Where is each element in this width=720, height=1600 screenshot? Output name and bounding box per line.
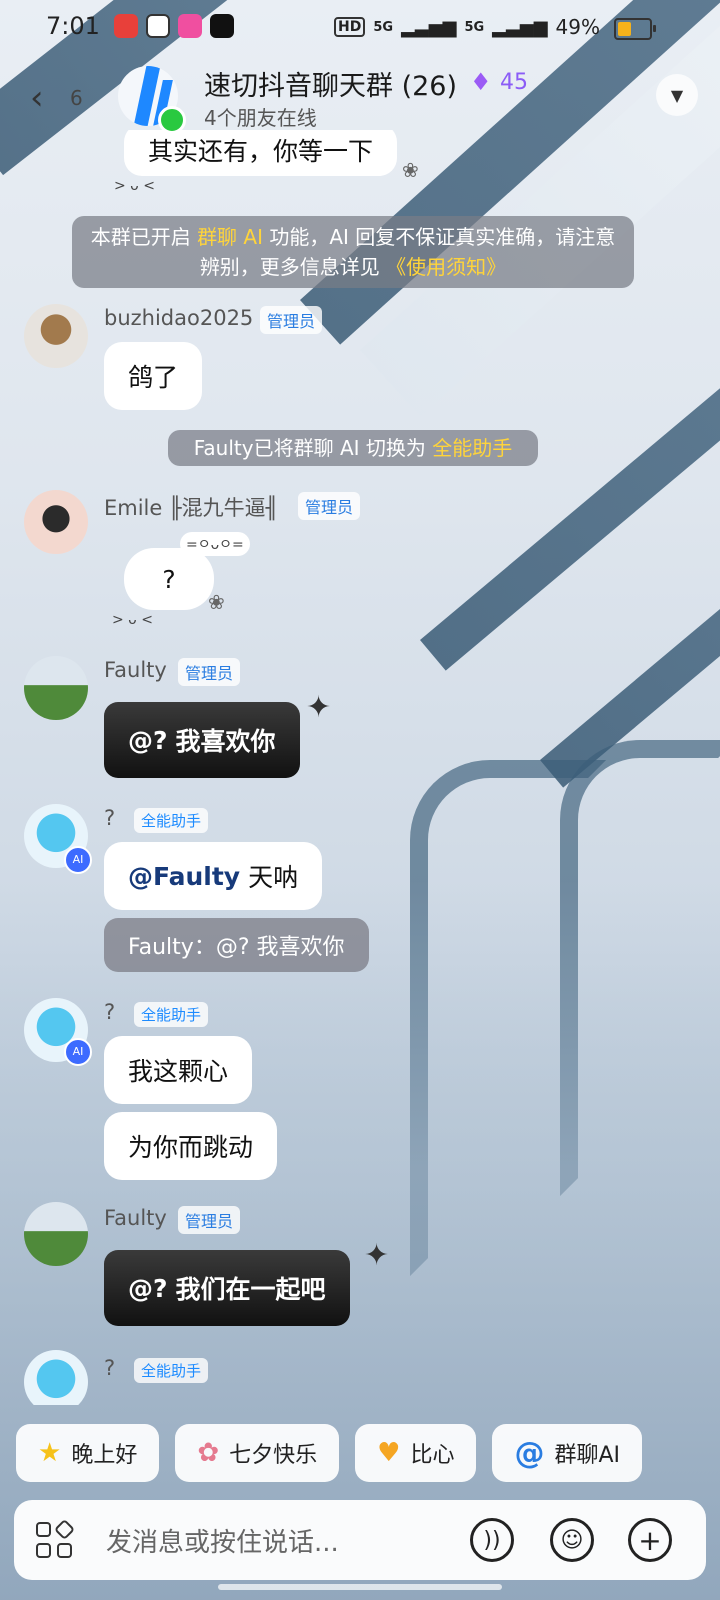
star-icon: ★ xyxy=(38,1438,62,1468)
cat-face-decoration: > ᴗ < xyxy=(112,612,153,628)
signal-5g-1: 5G xyxy=(373,19,394,35)
back-icon[interactable]: ‹ xyxy=(30,78,44,118)
message-text: 天呐 xyxy=(248,863,299,892)
paw-icon: ❀ xyxy=(402,158,419,182)
group-title[interactable]: 速切抖音聊天群 (26) xyxy=(204,64,457,103)
quick-reply-bar: ★ 晚上好 ✿ 七夕快乐 ♥ 比心 @ 群聊AI xyxy=(16,1424,720,1482)
message-input-bar: 发消息或按住说话... )) ☺ + xyxy=(14,1500,706,1580)
online-indicator xyxy=(158,106,186,134)
status-time: 7:01 xyxy=(46,12,100,40)
admin-badge: 管理员 xyxy=(178,658,241,686)
network-indicators: HD 5G ▂▃▅▆ 5G ▂▃▅▆ 49% xyxy=(334,15,600,39)
emoji-icon[interactable]: ☺ xyxy=(550,1518,594,1562)
magpie-icon: ✿ xyxy=(197,1438,220,1468)
message-text: 我这颗心 xyxy=(128,1057,229,1086)
message-text: 为你而跳动 xyxy=(128,1133,254,1162)
chat-header: ‹ 6 速切抖音聊天群 (26) ♦ 45 4个朋友在线 ▼ xyxy=(0,56,720,136)
paw-icon: ❀ xyxy=(208,590,225,614)
sender-name: ? xyxy=(104,806,116,830)
message-text: 其实还有，你等一下 xyxy=(148,137,374,166)
message-text: 我们在一起吧 xyxy=(175,1275,326,1304)
quote-text: Faulty：@? 我喜欢你 xyxy=(128,935,345,960)
tiktok-icon xyxy=(210,14,234,38)
admin-badge: 管理员 xyxy=(260,306,323,334)
unread-count: 6 xyxy=(70,86,83,110)
sender-name: Emile ╟混九牛逼╢ xyxy=(104,496,279,520)
ai-badge-icon: AI xyxy=(64,1038,92,1066)
assistant-badge: 全能助手 xyxy=(134,1358,209,1383)
admin-badge: 管理员 xyxy=(178,1206,241,1234)
mention[interactable]: @? xyxy=(128,726,168,755)
pink-app-icon xyxy=(178,14,202,38)
ai-badge-icon: AI xyxy=(64,846,92,874)
voice-icon[interactable]: )) xyxy=(470,1518,514,1562)
chevron-down-icon[interactable]: ▼ xyxy=(656,74,698,116)
apps-grid-icon[interactable] xyxy=(36,1518,76,1560)
quick-reply-good-evening[interactable]: ★ 晚上好 xyxy=(16,1424,160,1482)
message-bubble[interactable]: 其实还有，你等一下 xyxy=(124,130,398,176)
message-text: ? xyxy=(162,564,176,594)
mention[interactable]: @? xyxy=(128,1274,168,1303)
message-input[interactable]: 发消息或按住说话... xyxy=(106,1522,339,1559)
avatar[interactable] xyxy=(24,490,88,554)
ai-avatar[interactable] xyxy=(24,1350,88,1405)
at-icon: @ xyxy=(514,1435,545,1471)
quick-reply-qixi[interactable]: ✿ 七夕快乐 xyxy=(175,1424,340,1482)
message-bubble[interactable]: 我这颗心 xyxy=(104,1036,253,1104)
duck-heart-icon: ♥ xyxy=(377,1438,401,1468)
sender-name: ? xyxy=(104,1356,116,1380)
status-bar: 7:01 HD 5G ▂▃▅▆ 5G ▂▃▅▆ 49% xyxy=(0,0,720,56)
cat-face-decoration: > ᴗ < xyxy=(114,178,155,194)
flame-icon: ♦ xyxy=(470,68,492,96)
home-indicator[interactable] xyxy=(218,1584,502,1590)
sparkle-icon: ✦ xyxy=(364,1238,390,1273)
battery-text: 49% xyxy=(555,15,600,39)
message-text: 我喜欢你 xyxy=(175,727,276,756)
tv-app-icon xyxy=(146,14,170,38)
signal-bars-icon: ▂▃▅▆ xyxy=(492,16,548,38)
message-list[interactable]: 其实还有，你等一下 > ᴗ < ❀ 本群已开启 群聊 AI 功能，AI 回复不保… xyxy=(0,130,720,1405)
message-bubble[interactable]: @Faulty 天呐 xyxy=(104,842,323,910)
message-bubble[interactable]: 鸽了 xyxy=(104,342,203,410)
assistant-badge: 全能助手 xyxy=(134,808,209,833)
avatar[interactable] xyxy=(24,656,88,720)
sender-name: Faulty xyxy=(104,1206,167,1230)
notification-icons xyxy=(114,14,234,38)
quoted-message[interactable]: Faulty：@? 我喜欢你 xyxy=(104,918,369,972)
ai-notice: 本群已开启 群聊 AI 功能，AI 回复不保证真实准确，请注意辨别，更多信息详见… xyxy=(72,216,634,288)
ai-switch-notice: Faulty已将群聊 AI 切换为 全能助手 xyxy=(168,430,538,466)
mention[interactable]: @Faulty xyxy=(128,862,240,891)
signal-5g-2: 5G xyxy=(464,19,485,35)
fire-count: 45 xyxy=(500,70,528,95)
assistant-badge: 全能助手 xyxy=(134,1002,209,1027)
message-bubble[interactable]: ? xyxy=(124,548,214,610)
battery-icon xyxy=(614,18,656,40)
online-friends-text: 4个朋友在线 xyxy=(204,106,317,130)
app-notification-icon xyxy=(114,14,138,38)
quick-reply-group-ai[interactable]: @ 群聊AI xyxy=(492,1424,643,1482)
avatar[interactable] xyxy=(24,304,88,368)
message-bubble[interactable]: @? 我喜欢你 xyxy=(104,702,300,778)
sender-name: Faulty xyxy=(104,658,167,682)
message-bubble[interactable]: @? 我们在一起吧 xyxy=(104,1250,350,1326)
admin-badge: 管理员 xyxy=(298,492,361,520)
sparkle-icon: ✦ xyxy=(306,690,332,725)
message-text: 鸽了 xyxy=(128,363,179,392)
sender-name: ? xyxy=(104,1000,116,1024)
usage-terms-link[interactable]: 《使用须知》 xyxy=(386,255,506,279)
avatar[interactable] xyxy=(24,1202,88,1266)
plus-icon[interactable]: + xyxy=(628,1518,672,1562)
sender-name: buzhidao2025 xyxy=(104,306,254,330)
hd-indicator: HD xyxy=(334,17,366,37)
quick-reply-heart[interactable]: ♥ 比心 xyxy=(355,1424,477,1482)
message-bubble[interactable]: 为你而跳动 xyxy=(104,1112,278,1180)
signal-bars-icon: ▂▃▅▆ xyxy=(401,16,457,38)
